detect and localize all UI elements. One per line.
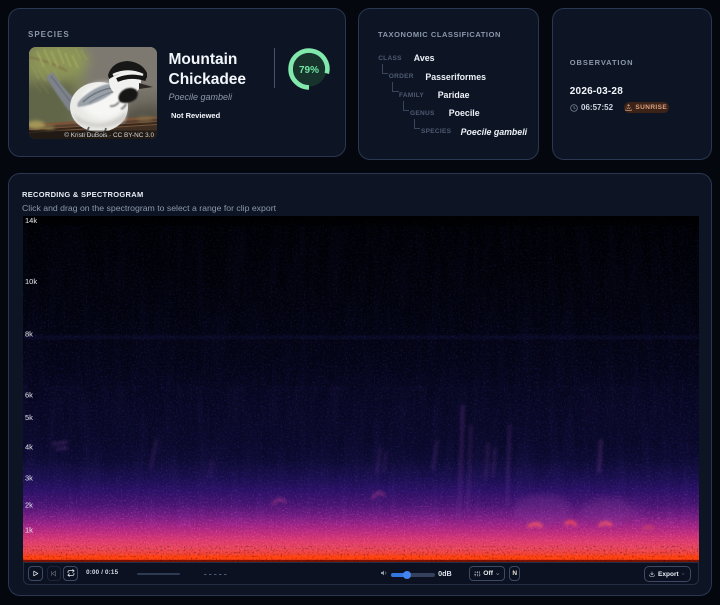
svg-text:10k: 10k	[25, 277, 37, 286]
svg-text:79%: 79%	[299, 65, 319, 76]
svg-text:8k: 8k	[25, 330, 33, 339]
svg-text:© Kristi DuBois · CC BY-NC 3.0: © Kristi DuBois · CC BY-NC 3.0	[64, 131, 154, 139]
svg-text:6k: 6k	[25, 391, 33, 400]
svg-text:3k: 3k	[25, 474, 33, 483]
svg-text:14k: 14k	[25, 216, 37, 225]
svg-text:1k: 1k	[25, 526, 33, 535]
svg-text:2k: 2k	[25, 501, 33, 510]
svg-text:5k: 5k	[25, 413, 33, 422]
svg-text:4k: 4k	[25, 443, 33, 452]
